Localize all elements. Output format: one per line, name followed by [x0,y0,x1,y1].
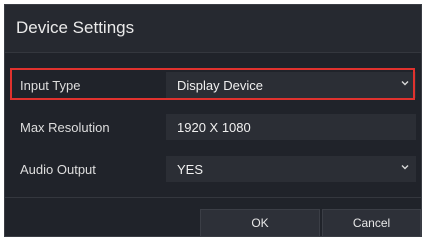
max-resolution-row: Max Resolution 1920 X 1080 [5,112,421,142]
dialog-title: Device Settings [16,18,135,37]
chevron-down-icon [401,165,409,170]
audio-output-row: Audio Output YES [5,154,421,184]
max-resolution-label: Max Resolution [20,120,110,135]
max-resolution-field: 1920 X 1080 [166,114,416,140]
device-settings-dialog: Device Settings Input Type Display Devic… [4,4,422,237]
input-type-label: Input Type [20,78,81,93]
audio-output-label: Audio Output [20,162,96,177]
input-type-value: Display Device [177,78,263,93]
max-resolution-value: 1920 X 1080 [177,120,251,135]
input-type-row: Input Type Display Device [5,70,421,100]
input-type-dropdown[interactable]: Display Device [166,72,416,98]
cancel-button[interactable]: Cancel [322,209,421,236]
audio-output-value: YES [177,162,204,177]
dialog-title-bar: Device Settings [5,5,421,53]
ok-button[interactable]: OK [200,209,320,236]
chevron-down-icon [401,81,409,86]
audio-output-dropdown[interactable]: YES [166,156,416,182]
footer-divider [5,197,421,198]
